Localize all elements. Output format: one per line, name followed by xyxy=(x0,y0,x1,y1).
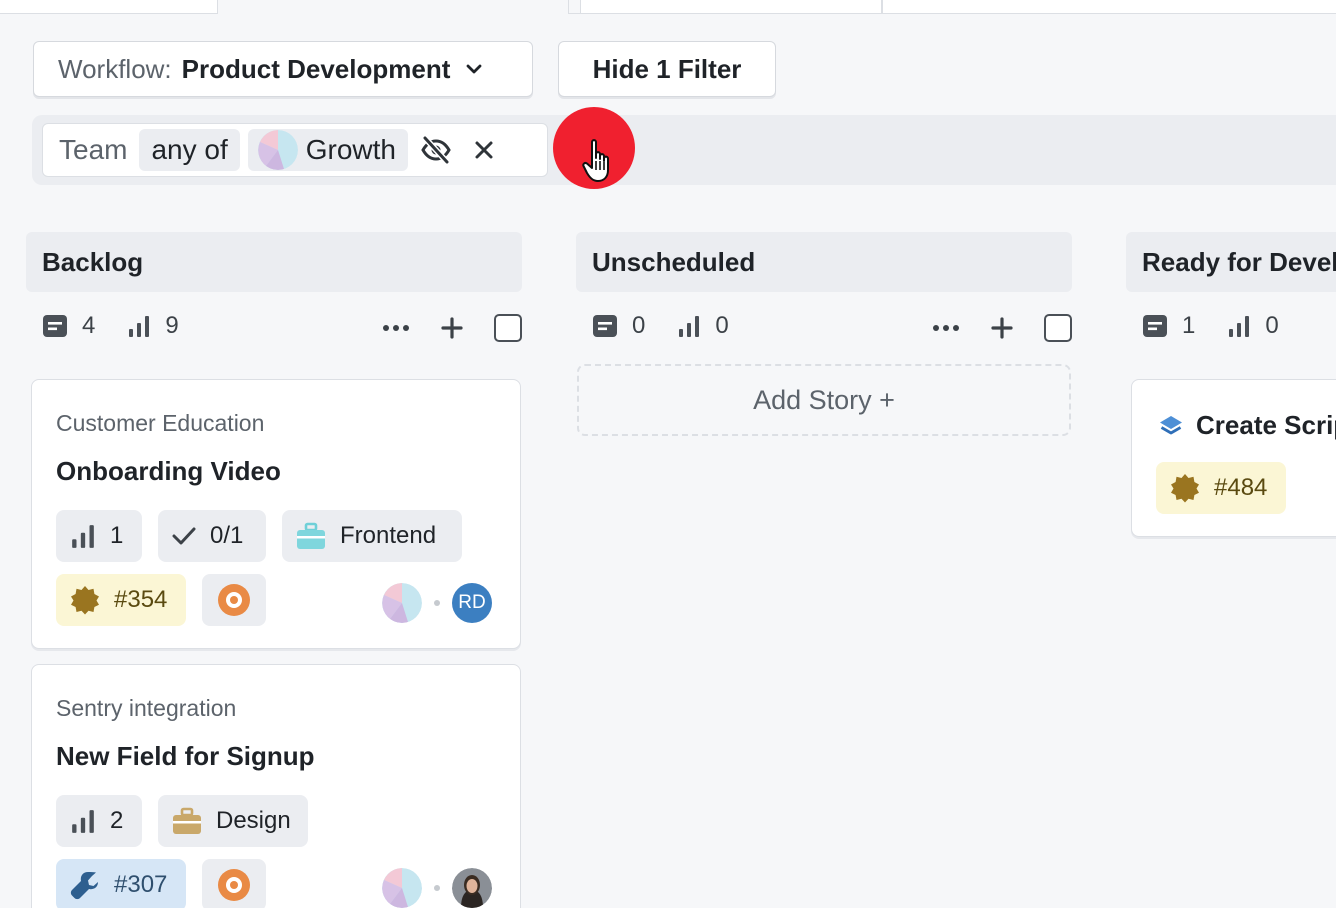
owner-photo-avatar[interactable] xyxy=(452,868,492,908)
priority-icon xyxy=(218,869,250,901)
top-tab-right xyxy=(882,0,1336,14)
hand-pointer-icon xyxy=(582,139,609,182)
workflow-selector[interactable]: Workflow: Product Development xyxy=(33,41,533,97)
card-title[interactable]: Create Script xyxy=(1158,410,1336,441)
column-unscheduled: Unscheduled 0 0 xyxy=(576,232,1072,360)
card-epic: Customer Education xyxy=(56,410,265,436)
filter-value[interactable]: Growth xyxy=(247,129,408,171)
eye-off-icon[interactable] xyxy=(420,134,452,166)
top-tab-divider xyxy=(568,0,580,14)
story-count-icon xyxy=(593,315,617,337)
filter-field: Team xyxy=(59,134,128,165)
card-ref[interactable]: #307 xyxy=(56,859,186,908)
more-dots-icon[interactable] xyxy=(932,314,960,342)
briefcase-icon xyxy=(173,807,201,834)
check-icon xyxy=(172,527,196,545)
card-ref[interactable]: #484 xyxy=(1156,462,1286,514)
top-tab-strip xyxy=(0,0,1336,14)
estimate-total: 0 xyxy=(1227,312,1279,340)
card-priority[interactable] xyxy=(202,859,266,908)
workflow-value: Product Development xyxy=(181,53,451,84)
column-stats: 4 9 xyxy=(26,292,522,360)
estimate-bars-icon xyxy=(72,810,94,833)
story-card-new-field-for-signup[interactable]: Sentry integration New Field for Signup … xyxy=(31,664,521,908)
priority-icon xyxy=(218,584,250,616)
filter-operator[interactable]: any of xyxy=(139,129,240,171)
top-tab-left xyxy=(0,0,218,14)
card-ref[interactable]: #354 xyxy=(56,574,186,626)
story-count: 0 xyxy=(592,312,645,340)
story-count-icon xyxy=(1143,315,1167,337)
card-title[interactable]: New Field for Signup xyxy=(56,741,315,772)
story-count: 1 xyxy=(1142,312,1195,340)
estimate-bars-icon xyxy=(72,525,94,548)
card-title[interactable]: Onboarding Video xyxy=(56,456,281,487)
filter-value-label: Growth xyxy=(305,134,396,165)
column-title: Unscheduled xyxy=(576,232,1072,292)
workflow-label: Workflow: xyxy=(58,53,172,84)
top-tab-middle xyxy=(580,0,882,14)
team-avatar-icon xyxy=(382,868,422,908)
card-estimate: 1 xyxy=(56,510,142,562)
column-actions xyxy=(354,314,522,342)
column-title: Ready for Development xyxy=(1126,232,1336,292)
more-dots-icon[interactable] xyxy=(382,314,410,342)
estimate-bars-icon xyxy=(129,316,150,337)
owner-avatar[interactable]: RD xyxy=(452,583,492,623)
story-count: 4 xyxy=(42,312,95,340)
column-ready-for-development: Ready for Development 1 0 xyxy=(1126,232,1336,360)
hide-filter-button[interactable]: Hide 1 Filter xyxy=(558,41,776,97)
select-column-checkbox[interactable] xyxy=(494,314,522,342)
plus-icon[interactable] xyxy=(988,314,1016,342)
column-actions xyxy=(904,314,1072,342)
card-group[interactable]: Frontend xyxy=(282,510,462,562)
story-count-icon xyxy=(43,315,67,337)
card-priority[interactable] xyxy=(202,574,266,626)
close-icon[interactable] xyxy=(468,134,500,166)
select-column-checkbox[interactable] xyxy=(1044,314,1072,342)
estimate-bars-icon xyxy=(679,316,700,337)
card-tasks: 0/1 xyxy=(158,510,266,562)
team-avatar-icon xyxy=(382,583,422,623)
feature-badge-icon xyxy=(71,586,99,615)
team-avatar-icon xyxy=(257,130,298,170)
column-title: Backlog xyxy=(26,232,522,292)
estimate-total: 9 xyxy=(127,312,179,340)
column-backlog: Backlog 4 9 xyxy=(26,232,522,360)
card-estimate: 2 xyxy=(56,795,142,847)
layers-icon xyxy=(1160,415,1182,434)
briefcase-icon xyxy=(297,522,325,549)
card-group[interactable]: Design xyxy=(158,795,308,847)
owner-separator xyxy=(434,600,440,606)
owner-separator xyxy=(434,885,440,891)
card-owners: RD xyxy=(382,583,492,623)
team-filter-chip[interactable]: Team any of Growth xyxy=(42,123,548,177)
estimate-bars-icon xyxy=(1229,316,1250,337)
wrench-icon xyxy=(70,872,98,900)
column-stats: 0 0 xyxy=(576,292,1072,360)
column-stats: 1 0 xyxy=(1126,292,1336,360)
add-story-button[interactable]: Add Story + xyxy=(577,364,1071,436)
chevron-down-icon xyxy=(466,64,482,74)
card-epic: Sentry integration xyxy=(56,695,237,721)
story-card-onboarding-video[interactable]: Customer Education Onboarding Video 1 0/… xyxy=(31,379,521,649)
story-card-create-script[interactable]: Create Script #484 xyxy=(1131,379,1336,537)
card-owners xyxy=(382,868,492,908)
estimate-total: 0 xyxy=(677,312,729,340)
feature-badge-icon xyxy=(1171,474,1199,503)
plus-icon[interactable] xyxy=(438,314,466,342)
